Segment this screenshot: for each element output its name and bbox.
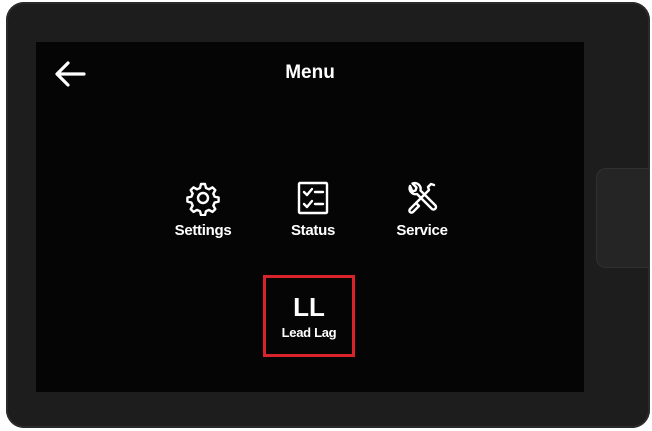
tools-icon bbox=[408, 181, 438, 214]
lead-lag-label: Lead Lag bbox=[281, 324, 337, 340]
gear-icon bbox=[186, 182, 220, 216]
service-label: Service bbox=[396, 222, 448, 239]
checklist-icon bbox=[297, 181, 329, 215]
settings-label: Settings bbox=[174, 222, 232, 239]
status-button[interactable]: Status bbox=[270, 178, 356, 258]
lead-lag-button[interactable]: LL Lead Lag bbox=[263, 275, 355, 357]
page-title: Menu bbox=[285, 62, 335, 83]
service-button[interactable]: Service bbox=[379, 178, 465, 258]
settings-button[interactable]: Settings bbox=[160, 178, 246, 258]
device-side-button bbox=[596, 168, 650, 268]
status-label: Status bbox=[290, 222, 336, 239]
lead-lag-short-label: LL bbox=[293, 291, 325, 322]
menu-screen: Menu Settings Status Service LL Lead Lag bbox=[36, 42, 584, 392]
